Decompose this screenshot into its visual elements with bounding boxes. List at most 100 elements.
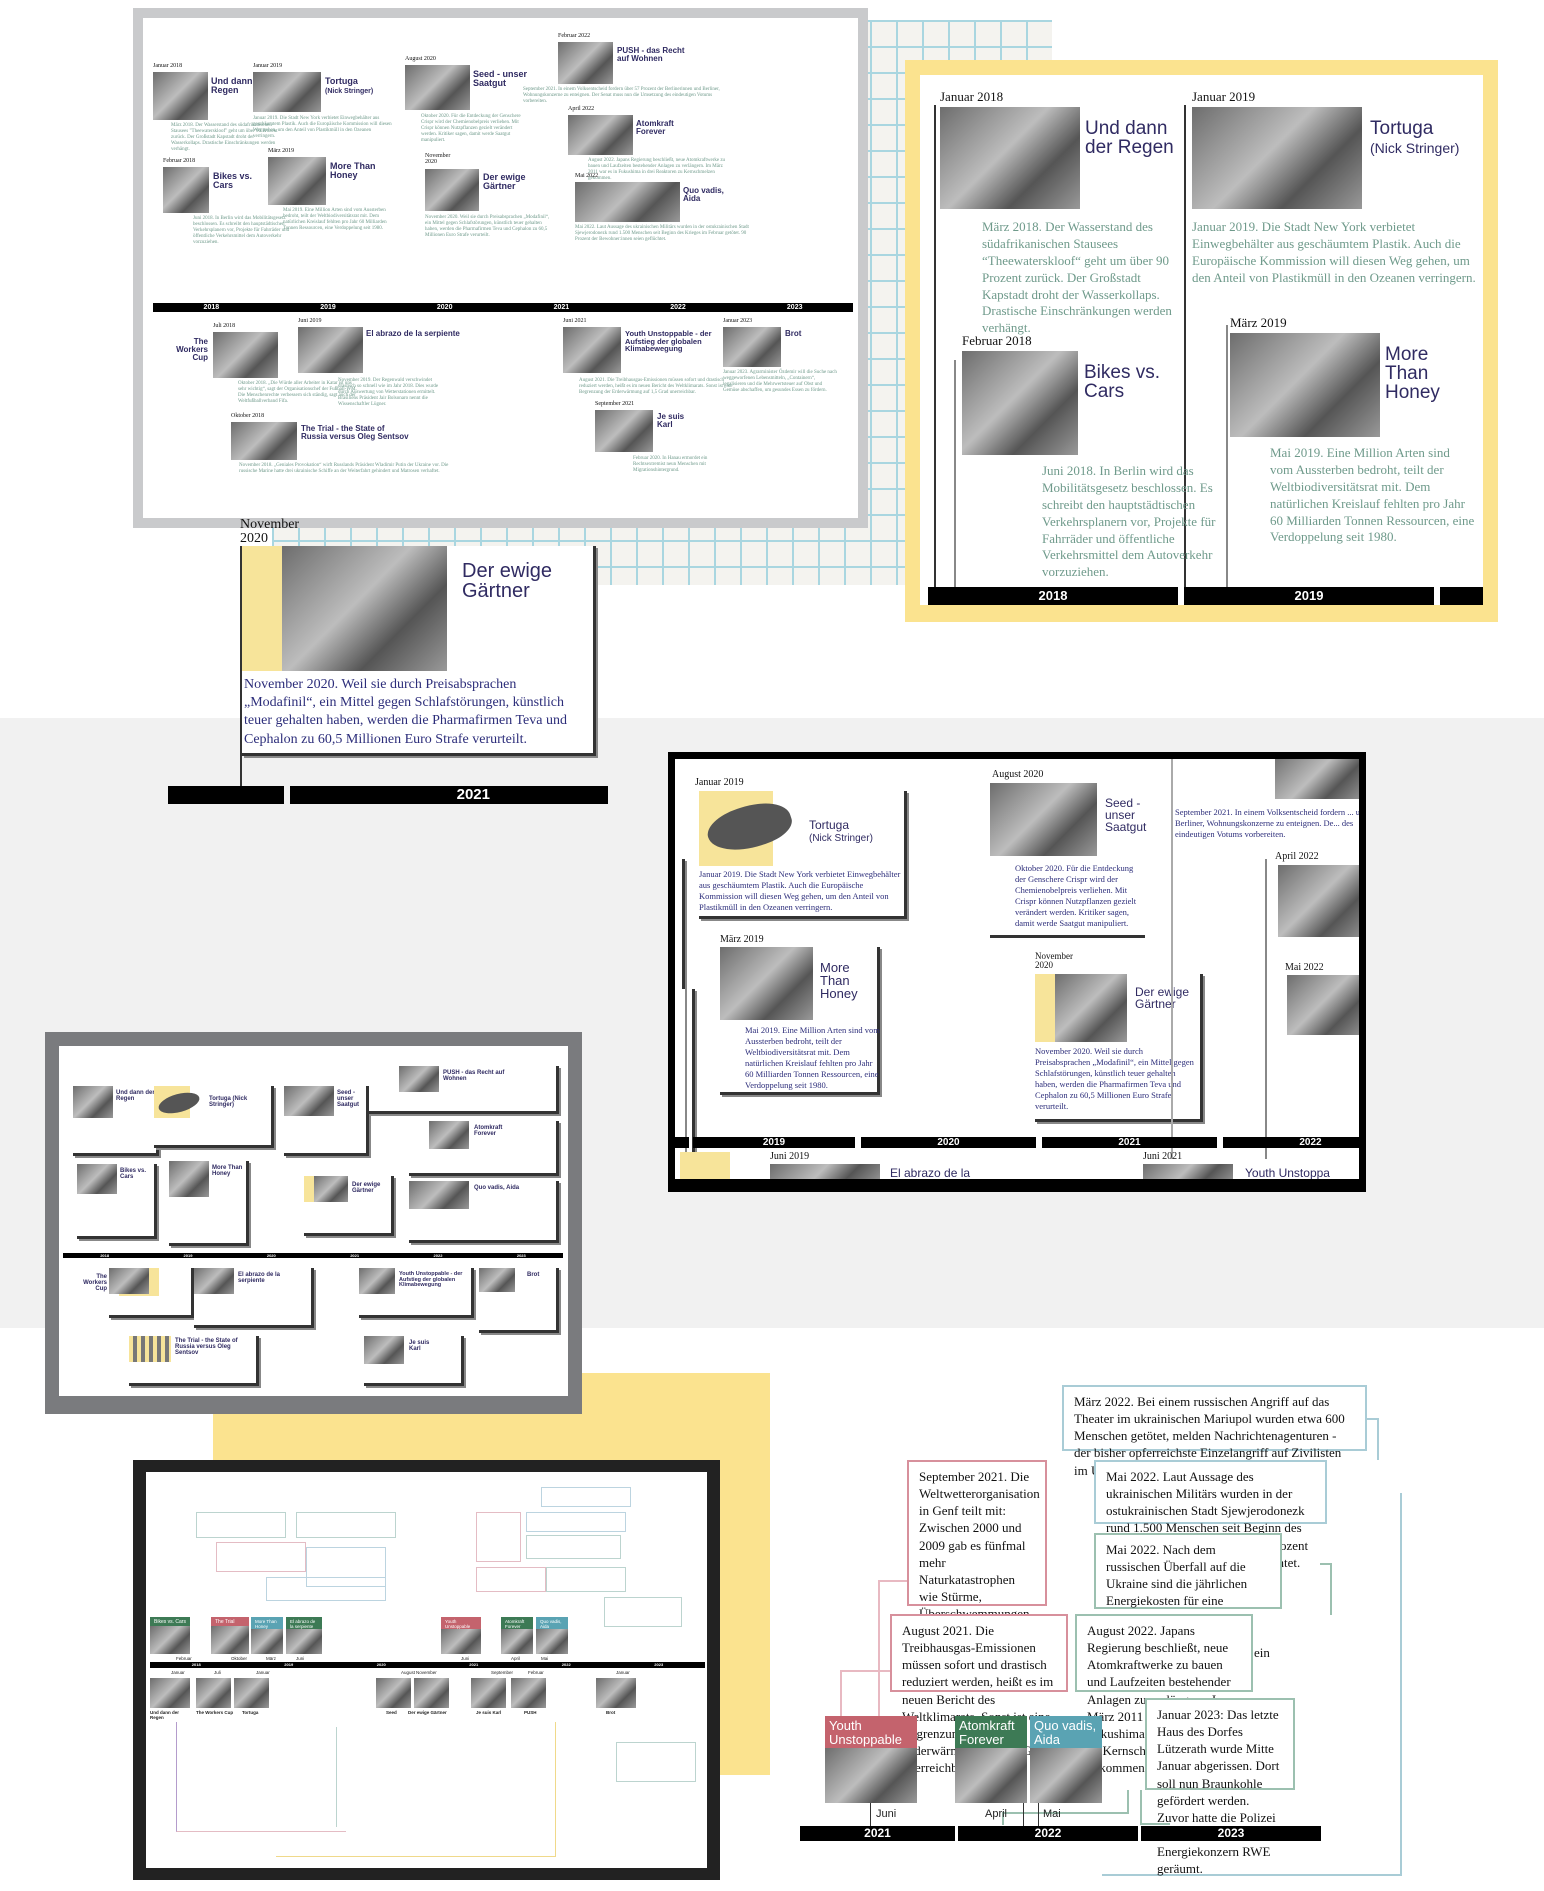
entry-card-seed[interactable]: Seed - unser Saatgut Oktober 2020. Für d…: [990, 783, 1146, 938]
mini-card[interactable]: Bikes vs. Cars: [77, 1164, 157, 1239]
mini-box: [526, 1535, 621, 1559]
entry-el-abrazo[interactable]: Juni 2019 El abrazo de la serpiente Nove…: [298, 318, 468, 407]
poster-overview-dark-gray[interactable]: 2018 2019 2020 2021 2022 2023 Und dann d…: [45, 1032, 582, 1414]
tag-atomkraft-forever[interactable]: Atomkraft Forever: [501, 1617, 533, 1629]
entry-text: Mai 2022. Laut Aussage des ukrainischen …: [575, 225, 749, 242]
month-label: September: [491, 1670, 514, 1675]
entry-date: Oktober 2018: [231, 413, 265, 419]
tag-youth-unstoppable[interactable]: Youth Unstoppable: [441, 1617, 481, 1629]
entry-quo-vadis-aida[interactable]: Mai 2022 Quo vadis, Aida Mai 2022. Laut …: [575, 173, 765, 242]
mini-card[interactable]: Tortuga (Nick Stringer): [154, 1086, 274, 1148]
entry-date: Juni 2021: [563, 318, 587, 324]
entry-title: Bikes vs. Cars: [1084, 362, 1161, 402]
film-still: [441, 1629, 481, 1654]
entry-title: Seed - unser Saatgut: [473, 69, 528, 88]
film-still: [558, 42, 613, 84]
year-label: 2020: [436, 304, 453, 311]
event-box-januar-2023: Januar 2023: Das letzte Haus des Dorfes …: [1145, 1698, 1295, 1876]
film-still: [414, 1678, 449, 1708]
detail-tags-timeline[interactable]: März 2022. Bei einem russischen Angriff …: [790, 1380, 1470, 1885]
mini-card[interactable]: PUSH - das Recht auf Wohnen: [369, 1066, 559, 1114]
month-label: März: [266, 1656, 276, 1661]
entry-tortuga[interactable]: Januar 2019 Tortuga (Nick Stringer) Janua…: [1192, 89, 1482, 285]
entry-atomkraft-forever[interactable]: April 2022 Atomkraft Forever August 2022…: [568, 106, 748, 181]
entry-title: Seed - unser Saatgut: [337, 1090, 360, 1108]
film-still: [1030, 1748, 1102, 1803]
detail-der-ewige-gaertner[interactable]: November 2020 Der ewige Gärtner November…: [168, 518, 608, 813]
poster-overview-black[interactable]: Bikes vs. Cars The Trial More Than Honey…: [133, 1460, 720, 1880]
mini-card[interactable]: Atomkraft Forever: [409, 1121, 559, 1176]
mini-card[interactable]: The Trial - the State of Russia versus O…: [129, 1336, 259, 1386]
entry-seed[interactable]: August 2020 Seed - unser Saatgut Oktober…: [405, 56, 555, 143]
entry-youth-unstoppable[interactable]: Juni 2021 Youth Unstoppable - der Aufsti…: [563, 318, 743, 395]
entry-je-suis-karl[interactable]: September 2021 Je suis Karl Februar 2020…: [595, 401, 755, 473]
mini-card[interactable]: Seed - unser Saatgut: [284, 1086, 369, 1156]
month-label: Oktober: [231, 1656, 248, 1661]
entry-more-than-honey[interactable]: März 2019 More Than Honey Mai 2019. Eine…: [268, 148, 408, 231]
film-still: [211, 1626, 249, 1654]
month-label: Juni: [461, 1656, 470, 1661]
entry-more-than-honey[interactable]: März 2019 More Than Honey Mai 2019. Eine…: [1230, 315, 1480, 544]
film-still: [1287, 975, 1359, 1035]
entry-the-trial[interactable]: Oktober 2018 The Trial - the State of Ru…: [231, 413, 481, 474]
film-still: [150, 1626, 190, 1654]
detail-view-yellow[interactable]: Januar 2018 Und dann der Regen März 2018…: [905, 60, 1498, 622]
mini-box: [476, 1512, 521, 1562]
entry-card-more-than-honey[interactable]: More Than Honey Mai 2019. Eine Million A…: [720, 947, 880, 1095]
entry-text: Januar 2019. Die Stadt New York verbiete…: [1192, 219, 1476, 285]
mini-card[interactable]: More Than Honey: [169, 1161, 249, 1246]
mini-card[interactable]: [109, 1268, 194, 1318]
year-bar-2020: 2020: [861, 1137, 1036, 1148]
detail-view-black[interactable]: Januar 2019 Tortuga (Nick Stringer) Janua…: [668, 752, 1366, 1192]
mini-card[interactable]: Brot: [479, 1268, 559, 1333]
year-bar-2021: 2021: [800, 1826, 955, 1841]
tag-the-trial[interactable]: The Trial: [211, 1617, 249, 1626]
tag-bikes-vs-cars[interactable]: Bikes vs. Cars: [150, 1617, 190, 1626]
entry-tortuga[interactable]: Januar 2019: [695, 777, 895, 788]
film-label: Tortuga: [242, 1710, 259, 1715]
event-box-september-2021: September 2021. Die Weltwetterorganisati…: [907, 1460, 1047, 1673]
entry-und-dann-der-regen[interactable]: Januar 2018 Und dann der Regen März 2018…: [940, 89, 1185, 335]
entry-tortuga[interactable]: Januar 2019 Tortuga (Nick Stringer) Janua…: [253, 63, 413, 139]
month-label: Juli: [214, 1670, 221, 1675]
mini-card[interactable]: Je suis Karl: [364, 1336, 464, 1386]
entry-bikes-vs-cars[interactable]: Februar 2018 Bikes vs. Cars Juni 2018. I…: [962, 333, 1215, 579]
connector-line: [1320, 1563, 1332, 1615]
film-still: [1275, 759, 1359, 799]
entry-el-abrazo-date: Juni 2019: [770, 1151, 810, 1162]
film-still: [376, 1678, 411, 1708]
month-label: November: [416, 1670, 437, 1675]
tag-youth-unstoppable[interactable]: Youth Unstoppable: [825, 1716, 917, 1748]
year-label: 2019: [183, 1253, 193, 1258]
entry-date: Mai 2022: [575, 173, 599, 179]
mini-card[interactable]: Quo vadis, Aida: [409, 1181, 559, 1243]
tag-quo-vadis-aida[interactable]: Quo vadis, Aida: [1030, 1716, 1102, 1748]
mini-card[interactable]: Youth Unstoppable - der Aufstieg der glo…: [359, 1268, 474, 1318]
entry-der-ewige-gaertner[interactable]: November 2020 Der ewige Gärtner November…: [425, 153, 585, 238]
film-still: [268, 157, 326, 205]
entry-card-der-ewige-gaertner[interactable]: Der ewige Gärtner November 2020. Weil si…: [1035, 974, 1203, 1122]
film-still: [720, 947, 813, 1020]
film-still: [282, 546, 447, 671]
mini-card[interactable]: El abrazo de la serpiente: [194, 1268, 314, 1328]
poster-overview-gray[interactable]: 2018 2019 2020 2021 2022 2023 Januar 201…: [133, 8, 868, 528]
month-label: April: [985, 1808, 1008, 1820]
entry-title: Brot: [785, 329, 802, 338]
tag-atomkraft-forever[interactable]: Atomkraft Forever: [955, 1716, 1027, 1748]
year-bar-2022: 2022: [1223, 1137, 1359, 1148]
film-still: [595, 410, 653, 452]
tag-more-than-honey[interactable]: More Than Honey: [251, 1617, 283, 1629]
mini-card[interactable]: Und dann der Regen: [73, 1086, 159, 1156]
entry-title: Der ewige Gärtner: [483, 172, 526, 191]
entry-title: Tortuga (Nick Stringer): [809, 818, 873, 844]
year-bar-2018: 2018: [928, 587, 1178, 605]
year-bar-2023: 2023: [1141, 1826, 1321, 1841]
entry-title: Tortuga (Nick Stringer): [209, 1096, 248, 1108]
year-label: 2020: [376, 1662, 386, 1667]
tag-quo-vadis-aida[interactable]: Quo vadis, Aida: [536, 1617, 568, 1629]
month-label: August: [401, 1670, 416, 1675]
entry-push[interactable]: Februar 2022 PUSH - das Recht auf Wohnen…: [523, 33, 743, 104]
entry-brot[interactable]: Januar 2023 Brot Januar 2023. Agrarminis…: [723, 318, 853, 393]
mini-card[interactable]: Der ewige Gärtner: [304, 1176, 394, 1236]
tag-el-abrazo[interactable]: El abrazo de la serpiente: [286, 1617, 322, 1629]
